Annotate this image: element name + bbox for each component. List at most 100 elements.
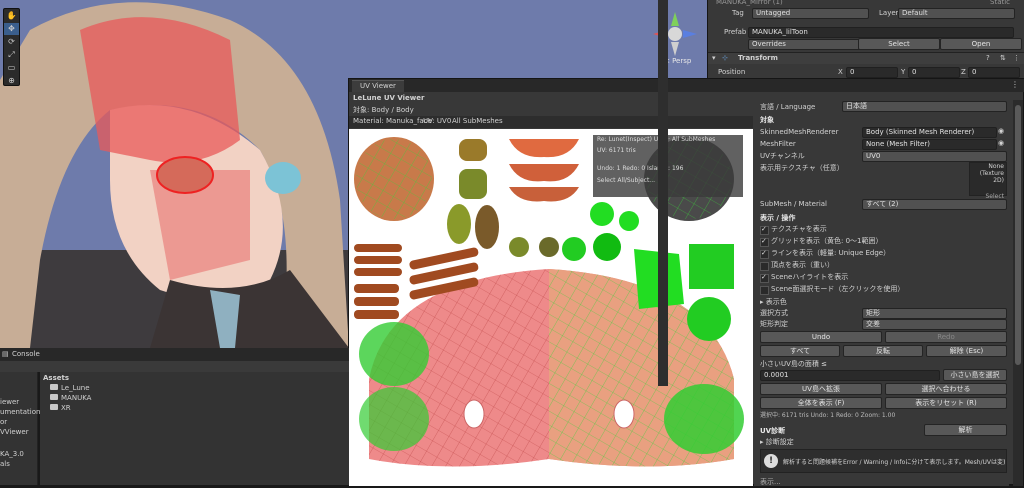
folder-icon: [50, 394, 58, 400]
panel-scrollbar[interactable]: [1013, 100, 1023, 486]
texture-slot[interactable]: None (Texture 2D) Select: [969, 162, 1007, 200]
transform-tool-icon[interactable]: ⊕: [4, 75, 19, 87]
settings-icon[interactable]: ⇅: [1000, 54, 1006, 62]
orientation-gizmo-icon[interactable]: [349, 0, 707, 78]
folder-icon: [50, 384, 58, 390]
uv-info-bar: Material: Manuka_face UV: UV0 All SubMes…: [349, 116, 753, 128]
persp-label[interactable]: < Persp: [664, 57, 691, 65]
clear-selection-button[interactable]: 解除 (Esc): [926, 345, 1007, 357]
scene-highlight-checkbox[interactable]: Sceneハイライトを表示: [760, 272, 848, 283]
texture-none: None: [988, 163, 1004, 170]
select-small-islands-button[interactable]: 小さい島を選択: [943, 369, 1007, 381]
rect-judge-label: 矩形判定: [760, 320, 788, 328]
layer-dropdown[interactable]: Default: [898, 8, 1015, 19]
scene-view-right[interactable]: < Persp: [349, 0, 707, 78]
uv-diag-title: UV診断: [760, 427, 786, 435]
prefab-open-button[interactable]: Open: [940, 38, 1022, 50]
bottom-section-cut: 表示...: [760, 478, 781, 486]
tab-console[interactable]: Console: [12, 350, 40, 358]
prefab-select-button[interactable]: Select: [858, 38, 940, 50]
meshfilter-field[interactable]: None (Mesh Filter): [862, 139, 997, 150]
diag-settings-foldout[interactable]: ▸ 診断設定: [760, 436, 794, 448]
move-tool-icon[interactable]: ✥: [4, 23, 19, 35]
show-texture-checkbox[interactable]: テクスチャを表示: [760, 224, 827, 235]
position-label: Position: [718, 68, 746, 76]
scrollbar-thumb[interactable]: [1015, 105, 1021, 365]
more-icon[interactable]: ⋮: [1013, 54, 1020, 62]
material-info: Material: Manuka_face: [353, 117, 432, 125]
scene-render: [0, 0, 349, 348]
scale-tool-icon[interactable]: ⤢: [4, 49, 19, 61]
scene-face-select-checkbox[interactable]: Scene面選択モード（左クリックを使用）: [760, 284, 904, 295]
smr-picker-icon[interactable]: ◉: [998, 127, 1004, 135]
scene-toolbox: ✋ ✥ ⟳ ⤢ ▭ ⊕: [3, 8, 20, 86]
expand-to-island-button[interactable]: UV島へ拡張: [760, 383, 882, 395]
rect-tool-icon[interactable]: ▭: [4, 62, 19, 74]
invert-button[interactable]: 反転: [843, 345, 923, 357]
overlay-line-2: UV: 6171 tris: [597, 147, 636, 154]
uv-canvas[interactable]: Re: Lunet(Inspect) UV0 · All SubMeshes U…: [349, 129, 753, 486]
diag-help-text: 解析すると問題候補をError / Warning / Infoに分けて表示しま…: [783, 459, 1005, 466]
small-island-label: 小さいUV島の面積 ≤: [760, 360, 828, 368]
inspector-panel: MANUKA_Mirror (1) Static Tag Untagged La…: [707, 0, 1024, 80]
console-tabbar: ▤ Console: [0, 348, 349, 361]
redo-button[interactable]: Redo: [885, 331, 1007, 343]
pos-x-field[interactable]: 0: [846, 67, 898, 78]
show-all-button[interactable]: 全体を表示 (F): [760, 397, 882, 409]
layer-label: Layer: [879, 9, 899, 17]
window-menu-icon[interactable]: ⋮: [1011, 80, 1019, 89]
project-tree[interactable]: iewer umentation or VViewer KA_3.0 als: [0, 372, 40, 485]
help-icon[interactable]: ?: [986, 54, 990, 62]
pos-z-field[interactable]: 0: [968, 67, 1020, 78]
smr-field[interactable]: Body (Skinned Mesh Renderer): [862, 127, 997, 138]
uv-settings-panel: 言語 / Language 日本語 対象 SkinnedMeshRenderer…: [658, 0, 1009, 486]
analyze-button[interactable]: 解析: [924, 424, 1007, 436]
transform-header[interactable]: ▾ ⊹ Transform ? ⇅ ⋮: [708, 52, 1024, 64]
rotate-tool-icon[interactable]: ⟳: [4, 36, 19, 48]
foldout-arrow-icon: ▾: [712, 54, 716, 62]
uv-channel-label: UVチャンネル: [760, 152, 805, 160]
submesh-dropdown[interactable]: すべて (2): [862, 199, 1007, 210]
pos-y-label: Y: [901, 68, 906, 76]
folder-item[interactable]: Le_Lune: [50, 384, 90, 392]
submesh-label: SubMesh / Material: [760, 200, 827, 208]
overrides-dropdown[interactable]: Overrides: [748, 39, 865, 50]
select-all-button[interactable]: すべて: [760, 345, 840, 357]
texture-type: (Texture 2D): [979, 170, 1004, 184]
language-dropdown[interactable]: 日本語: [842, 101, 1007, 112]
folder-item[interactable]: XR: [50, 404, 71, 412]
tree-item[interactable]: als: [0, 458, 10, 470]
uv-channel-dropdown[interactable]: UV0: [862, 151, 1007, 162]
submesh-info: All SubMeshes: [452, 117, 503, 125]
target-label: 対象: Body / Body: [353, 106, 414, 114]
tree-item[interactable]: VViewer: [0, 426, 29, 438]
uv-layout: [354, 135, 744, 467]
transform-icon: ⊹: [722, 54, 728, 62]
rect-judge-dropdown[interactable]: 交差: [862, 319, 1007, 330]
pos-y-field[interactable]: 0: [908, 67, 960, 78]
transform-title: Transform: [738, 54, 778, 62]
uv-viewer-window: UV Viewer ⋮ LeLune UV Viewer 対象: Body / …: [348, 0, 1024, 486]
undo-button[interactable]: Undo: [760, 331, 882, 343]
hand-tool-icon[interactable]: ✋: [4, 10, 19, 22]
project-toolbar: [0, 361, 349, 372]
reset-view-button[interactable]: 表示をリセット (R): [885, 397, 1007, 409]
select-mode-dropdown[interactable]: 矩形: [862, 308, 1007, 319]
show-vertices-checkbox[interactable]: 頂点を表示（重い）: [760, 260, 834, 271]
show-grid-checkbox[interactable]: グリッドを表示（黄色: 0〜1範囲）: [760, 236, 883, 247]
fit-selection-button[interactable]: 選択へ合わせる: [885, 383, 1007, 395]
small-island-input[interactable]: 0.0001: [760, 370, 940, 381]
smr-label: SkinnedMeshRenderer: [760, 128, 839, 136]
folder-item[interactable]: MANUKA: [50, 394, 91, 402]
meshfilter-picker-icon[interactable]: ◉: [998, 139, 1004, 147]
uv-info: UV: UV0: [423, 117, 452, 125]
assets-panel: Assets Le_Lune MANUKA XR: [40, 372, 349, 485]
prefab-field[interactable]: MANUKA_lilToon: [748, 27, 1014, 38]
show-lines-checkbox[interactable]: ラインを表示（軽量: Unique Edge）: [760, 248, 890, 259]
tag-dropdown[interactable]: Untagged: [752, 8, 869, 19]
scene-view[interactable]: ✋ ✥ ⟳ ⤢ ▭ ⊕: [0, 0, 349, 348]
texture-label: 表示用テクスチャ（任意）: [760, 164, 844, 172]
tab-uv-viewer[interactable]: UV Viewer: [352, 80, 404, 92]
static-label[interactable]: Static: [990, 0, 1010, 8]
diag-help-box: ! 解析すると問題候補をError / Warning / Infoに分けて表示…: [760, 449, 1007, 473]
